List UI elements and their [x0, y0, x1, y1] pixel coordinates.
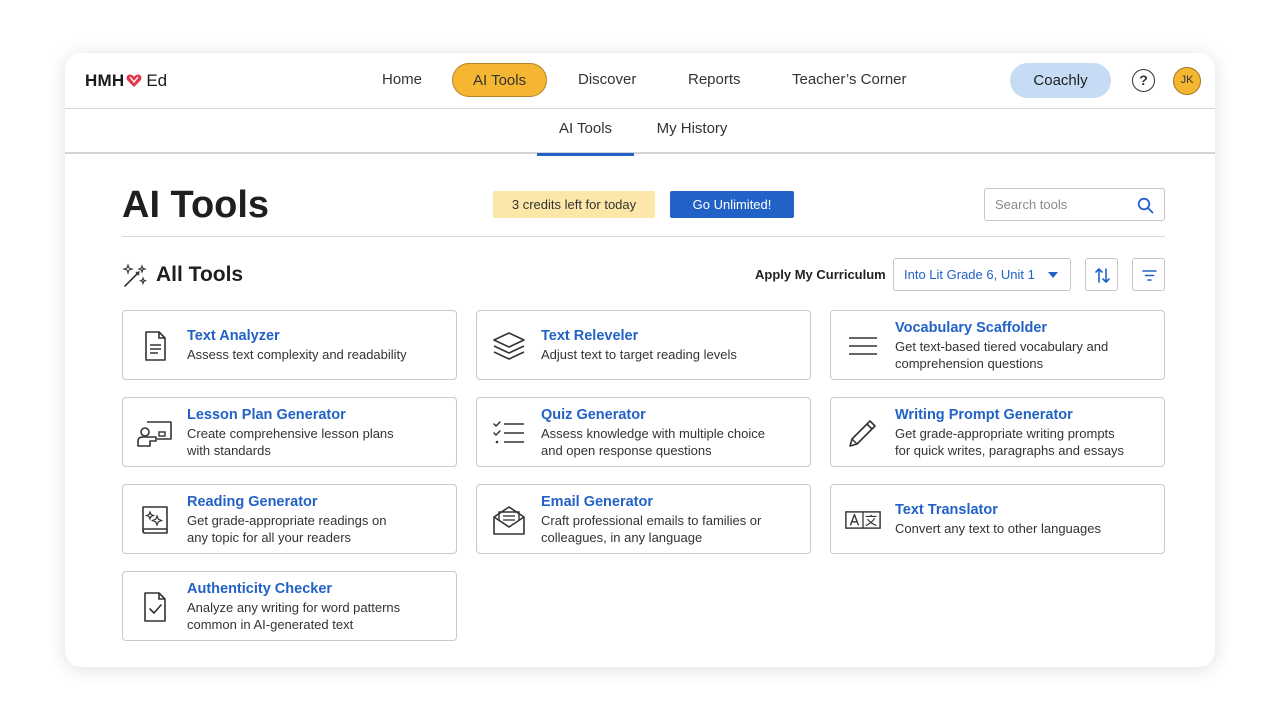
tool-title: Quiz Generator [541, 406, 646, 423]
tool-description: Get grade-appropriate writing prompts fo… [895, 425, 1125, 458]
nav-reports[interactable]: Reports [684, 63, 745, 97]
tool-description: Get grade-appropriate readings on any to… [187, 512, 387, 545]
tab-ai-tools[interactable]: AI Tools [537, 109, 634, 156]
coachly-button[interactable]: Coachly [1010, 63, 1111, 98]
tool-description: Convert any text to other languages [895, 521, 1101, 536]
tool-card-email-generator[interactable]: Email Generator Craft professional email… [476, 484, 811, 554]
tool-title: Text Analyzer [187, 328, 280, 344]
search-input[interactable] [985, 189, 1130, 220]
header-divider [122, 236, 1165, 237]
tool-card-text-translator[interactable]: Text Translator Convert any text to othe… [830, 484, 1165, 554]
tool-description: Assess knowledge with multiple choice an… [541, 425, 765, 458]
curriculum-select[interactable]: Into Lit Grade 6, Unit 1 [893, 258, 1071, 291]
pencil-icon [849, 420, 876, 447]
nav-discover[interactable]: Discover [574, 63, 640, 97]
tool-title: Text Translator [895, 502, 998, 518]
brand-logo[interactable]: HMH Ed [85, 70, 167, 92]
page-title: AI Tools [122, 184, 270, 226]
go-unlimited-button[interactable]: Go Unlimited! [670, 191, 794, 218]
checklist-icon [493, 421, 524, 444]
tool-card-text-analyzer[interactable]: Text Analyzer Assess text complexity and… [122, 310, 457, 380]
tab-my-history[interactable]: My History [650, 109, 734, 154]
tool-title: Text Releveler [541, 328, 639, 344]
tool-description: Adjust text to target reading levels [541, 347, 737, 362]
sub-nav: AI Tools My History [65, 109, 1215, 156]
tool-description: Get text-based tiered vocabulary and com… [895, 338, 1109, 371]
logo-text-hmh: HMH [85, 71, 125, 90]
tool-title: Email Generator [541, 493, 654, 510]
envelope-icon [493, 506, 525, 535]
search-box [984, 188, 1165, 221]
tool-description: Create comprehensive lesson plans with s… [187, 425, 394, 458]
caret-down-icon [1048, 272, 1058, 278]
avatar[interactable]: JK [1173, 67, 1201, 95]
tool-description: Assess text complexity and readability [187, 347, 407, 362]
nav-home[interactable]: Home [378, 63, 426, 97]
tool-card-lesson-plan-generator[interactable]: Lesson Plan Generator Create comprehensi… [122, 397, 457, 467]
app-window: HMH Ed Home AI Tools Discover Reports Te… [65, 53, 1215, 667]
help-icon[interactable]: ? [1132, 69, 1155, 92]
tool-card-authenticity-checker[interactable]: Authenticity Checker Analyze any writing… [122, 571, 457, 641]
filter-button[interactable] [1132, 258, 1165, 291]
logo-heart-icon [126, 74, 142, 87]
top-nav: HMH Ed Home AI Tools Discover Reports Te… [65, 53, 1215, 109]
book-sparkle-icon [142, 506, 168, 534]
curriculum-value: Into Lit Grade 6, Unit 1 [904, 267, 1035, 282]
tool-description: Analyze any writing for word patterns co… [187, 599, 401, 632]
nav-teachers-corner[interactable]: Teacher’s Corner [788, 63, 911, 97]
filter-icon [1142, 270, 1157, 281]
tool-title: Reading Generator [187, 493, 318, 510]
lines-icon [849, 337, 877, 355]
curriculum-label: Apply My Curriculum [755, 267, 886, 282]
translate-icon [845, 511, 881, 529]
layers-icon [493, 332, 525, 360]
credits-badge: 3 credits left for today [493, 191, 655, 218]
tool-description: Craft professional emails to families or… [541, 512, 762, 545]
tool-title: Vocabulary Scaffolder [895, 319, 1048, 336]
sort-button[interactable] [1085, 258, 1118, 291]
tool-card-vocabulary-scaffolder[interactable]: Vocabulary Scaffolder Get text-based tie… [830, 310, 1165, 380]
nav-ai-tools[interactable]: AI Tools [452, 63, 548, 97]
tool-title: Lesson Plan Generator [187, 406, 346, 423]
tool-card-quiz-generator[interactable]: Quiz Generator Assess knowledge with mul… [476, 397, 811, 467]
tool-title: Authenticity Checker [187, 580, 333, 597]
document-check-icon [144, 592, 166, 622]
document-icon [145, 331, 166, 361]
logo-text-ed: Ed [146, 71, 168, 90]
tool-title: Writing Prompt Generator [895, 406, 1073, 423]
tool-card-writing-prompt-generator[interactable]: Writing Prompt Generator Get grade-appro… [830, 397, 1165, 467]
sort-icon [1095, 268, 1110, 283]
search-icon[interactable] [1137, 197, 1154, 214]
tool-card-text-releveler[interactable]: Text Releveler Adjust text to target rea… [476, 310, 811, 380]
magic-wand-icon [122, 263, 148, 287]
tool-card-reading-generator[interactable]: Reading Generator Get grade-appropriate … [122, 484, 457, 554]
teacher-board-icon [137, 421, 172, 447]
section-title: All Tools [156, 263, 244, 286]
